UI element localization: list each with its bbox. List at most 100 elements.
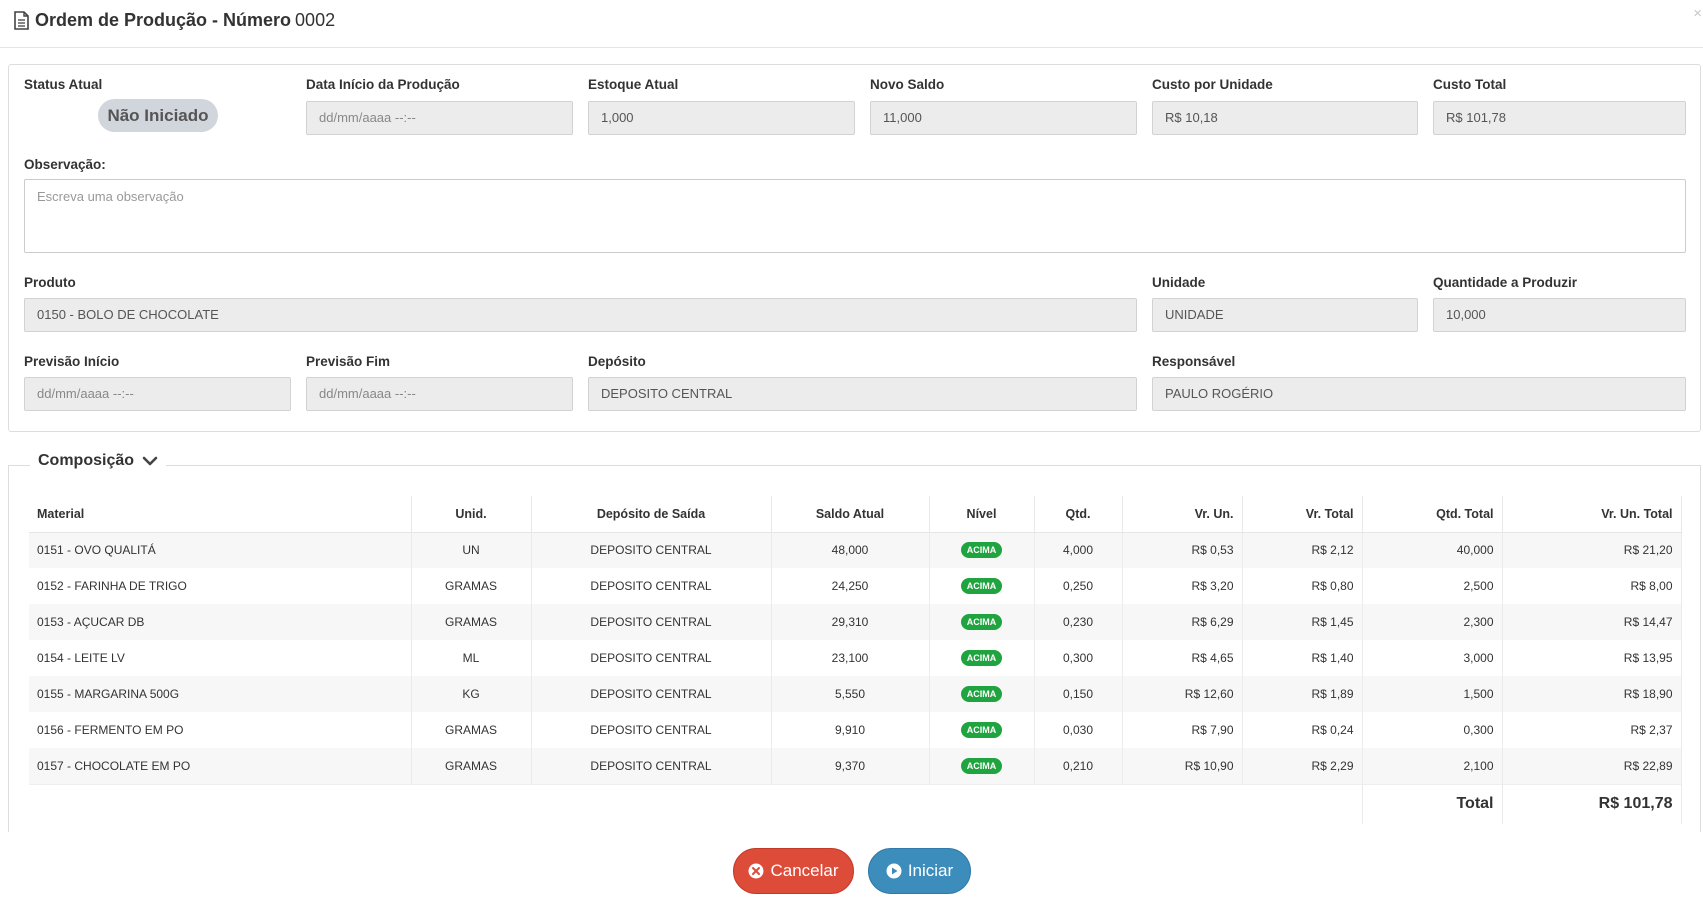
responsavel-input[interactable]: PAULO ROGÉRIO xyxy=(1152,377,1686,411)
cell-qtd: 0,230 xyxy=(1034,604,1123,640)
cell-nivel: ACIMA xyxy=(929,532,1035,568)
cell-vr-total: R$ 0,80 xyxy=(1242,568,1363,604)
deposito-input[interactable]: DEPOSITO CENTRAL xyxy=(588,377,1137,411)
cell-vr-un: R$ 6,29 xyxy=(1122,604,1243,640)
cell-vr-total: R$ 2,12 xyxy=(1242,532,1363,568)
table-header-row: Material Unid. Depósito de Saída Saldo A… xyxy=(29,496,1682,533)
table-row: 0152 - FARINHA DE TRIGO GRAMAS DEPOSITO CE… xyxy=(29,568,1682,604)
cell-unid: GRAMAS xyxy=(411,568,532,604)
cell-material: 0152 - FARINHA DE TRIGO xyxy=(29,568,412,604)
cell-vr-un-total: R$ 14,47 xyxy=(1502,604,1682,640)
cell-vr-total: R$ 1,89 xyxy=(1242,676,1363,712)
table-row: 0154 - LEITE LV ML DEPOSITO CENTRAL 23,100 A… xyxy=(29,640,1682,676)
cell-qtd: 0,300 xyxy=(1034,640,1123,676)
play-circle-icon xyxy=(886,863,902,879)
cell-qtd-total: 1,500 xyxy=(1362,676,1503,712)
col-header-qtd-total: Qtd. Total xyxy=(1362,496,1503,533)
cell-qtd-total: 40,000 xyxy=(1362,532,1503,568)
unidade-label: Unidade xyxy=(1152,275,1206,290)
cell-vr-total: R$ 1,45 xyxy=(1242,604,1363,640)
cell-vr-un: R$ 0,53 xyxy=(1122,532,1243,568)
estoque-input[interactable]: 1,000 xyxy=(588,101,855,135)
cell-nivel: ACIMA xyxy=(929,748,1035,784)
cell-deposito: DEPOSITO CENTRAL xyxy=(531,712,772,748)
order-number: 0002 xyxy=(295,10,336,30)
cell-saldo: 48,000 xyxy=(771,532,930,568)
table-row: 0151 - OVO QUALITÁ UN DEPOSITO CENTRAL 48,0… xyxy=(29,532,1682,568)
cell-vr-un: R$ 4,65 xyxy=(1122,640,1243,676)
col-header-nivel: Nível xyxy=(929,496,1035,533)
cell-nivel: ACIMA xyxy=(929,640,1035,676)
estoque-label: Estoque Atual xyxy=(588,77,679,92)
status-label: Status Atual xyxy=(24,77,103,92)
cell-saldo: 29,310 xyxy=(771,604,930,640)
modal-title: Ordem de Produção - Número 0002 xyxy=(13,10,335,31)
deposito-label: Depósito xyxy=(588,354,646,369)
cell-qtd: 0,250 xyxy=(1034,568,1123,604)
cell-unid: GRAMAS xyxy=(411,712,532,748)
cell-deposito: DEPOSITO CENTRAL xyxy=(531,604,772,640)
start-button[interactable]: Iniciar xyxy=(868,848,971,894)
total-value: R$ 101,78 xyxy=(1598,795,1673,813)
custo-unidade-input[interactable]: R$ 10,18 xyxy=(1152,101,1418,135)
cancel-button[interactable]: Cancelar xyxy=(733,848,854,894)
col-header-deposito: Depósito de Saída xyxy=(531,496,772,533)
custo-total-label: Custo Total xyxy=(1433,77,1507,92)
cell-saldo: 9,910 xyxy=(771,712,930,748)
unidade-input[interactable]: UNIDADE xyxy=(1152,298,1418,332)
novo-saldo-input[interactable]: 11,000 xyxy=(870,101,1137,135)
table-row: 0156 - FERMENTO EM PO GRAMAS DEPOSITO CENT… xyxy=(29,712,1682,748)
total-label: Total xyxy=(1456,795,1494,813)
cell-saldo: 23,100 xyxy=(771,640,930,676)
nivel-badge: ACIMA xyxy=(960,542,1003,559)
custo-unidade-label: Custo por Unidade xyxy=(1152,77,1273,92)
produto-input[interactable]: 0150 - BOLO DE CHOCOLATE xyxy=(24,298,1137,332)
col-header-vr-total: Vr. Total xyxy=(1242,496,1363,533)
cell-material: 0151 - OVO QUALITÁ xyxy=(29,532,412,568)
composicao-toggle[interactable]: Composição xyxy=(30,452,167,470)
cell-vr-un-total: R$ 22,89 xyxy=(1502,748,1682,784)
status-badge: Não Iniciado xyxy=(98,99,218,132)
novo-saldo-label: Novo Saldo xyxy=(870,77,945,92)
cell-nivel: ACIMA xyxy=(929,604,1035,640)
cell-qtd: 0,210 xyxy=(1034,748,1123,784)
times-circle-icon xyxy=(748,863,764,879)
col-header-vr-un-total: Vr. Un. Total xyxy=(1502,496,1682,533)
produto-label: Produto xyxy=(24,275,76,290)
cell-qtd-total: 2,300 xyxy=(1362,604,1503,640)
cell-qtd: 4,000 xyxy=(1034,532,1123,568)
cell-deposito: DEPOSITO CENTRAL xyxy=(531,532,772,568)
col-header-saldo: Saldo Atual xyxy=(771,496,930,533)
table-total-row: Total R$ 101,78 xyxy=(29,783,1682,824)
modal-header: Ordem de Produção - Número 0002 × xyxy=(0,0,1703,48)
previsao-inicio-input[interactable]: dd/mm/aaaa --:-- xyxy=(24,377,291,411)
cell-material: 0156 - FERMENTO EM PO xyxy=(29,712,412,748)
chevron-down-icon xyxy=(142,456,158,466)
nivel-badge: ACIMA xyxy=(960,650,1003,666)
cell-deposito: DEPOSITO CENTRAL xyxy=(531,568,772,604)
previsao-fim-input[interactable]: dd/mm/aaaa --:-- xyxy=(306,377,573,411)
cell-qtd: 0,150 xyxy=(1034,676,1123,712)
observacao-textarea[interactable]: Escreva uma observação xyxy=(24,179,1686,253)
modal-title-text: Ordem de Produção - Número xyxy=(35,10,292,30)
cell-vr-total: R$ 1,40 xyxy=(1242,640,1363,676)
cell-qtd-total: 2,100 xyxy=(1362,748,1503,784)
cell-qtd-total: 0,300 xyxy=(1362,712,1503,748)
composicao-table: Material Unid. Depósito de Saída Saldo A… xyxy=(29,496,1682,824)
cell-vr-total: R$ 0,24 xyxy=(1242,712,1363,748)
cell-unid: ML xyxy=(411,640,532,676)
cell-deposito: DEPOSITO CENTRAL xyxy=(531,748,772,784)
col-header-unid: Unid. xyxy=(411,496,532,533)
cancel-button-label: Cancelar xyxy=(770,861,839,880)
quantidade-input[interactable]: 10,000 xyxy=(1433,298,1686,332)
cell-nivel: ACIMA xyxy=(929,676,1035,712)
composicao-legend: Composição xyxy=(38,452,135,469)
close-button[interactable]: × xyxy=(1693,5,1702,22)
cell-material: 0154 - LEITE LV xyxy=(29,640,412,676)
cell-saldo: 24,250 xyxy=(771,568,930,604)
custo-total-input[interactable]: R$ 101,78 xyxy=(1433,101,1686,135)
cell-deposito: DEPOSITO CENTRAL xyxy=(531,676,772,712)
table-row: 0153 - AÇUCAR DB GRAMAS DEPOSITO CENTRAL 29… xyxy=(29,604,1682,640)
data-inicio-input[interactable]: dd/mm/aaaa --:-- xyxy=(306,101,573,135)
cell-qtd-total: 3,000 xyxy=(1362,640,1503,676)
